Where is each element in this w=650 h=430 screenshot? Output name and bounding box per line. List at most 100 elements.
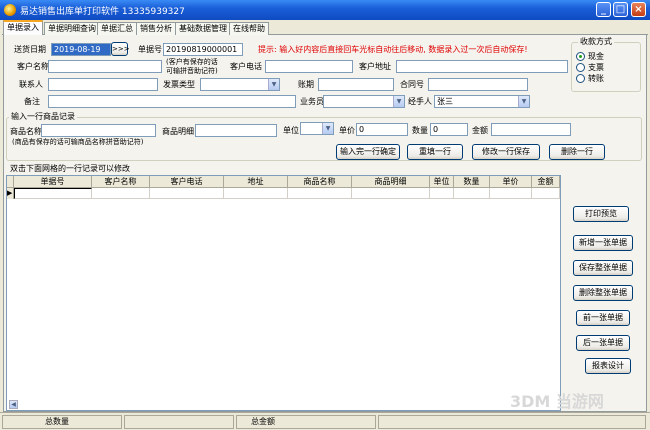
customer-phone-label: 客户电话 [230,62,262,71]
product-detail-label: 商品明细 [162,127,194,136]
payment-cash-label[interactable]: 现金 [588,52,604,62]
scroll-left-icon[interactable]: ◀ [9,400,18,409]
tab-detail-query[interactable]: 单据明细查询 [44,22,100,35]
payment-check-label[interactable]: 支票 [588,63,604,73]
contact-label: 联系人 [19,80,43,89]
remark-label: 备注 [24,97,40,106]
item-entry-caption: 输入一行商品记录 [9,112,77,122]
price-input[interactable]: 0 [356,123,408,136]
doc-no-input[interactable]: 20190819000001 [163,43,243,56]
tab-entry[interactable]: 单据录入 [3,20,43,36]
grid-cell[interactable] [150,188,224,199]
unit-select[interactable]: ▼ [300,122,334,135]
chevron-down-icon[interactable]: ▼ [268,79,279,90]
tab-summary[interactable]: 单据汇总 [97,22,137,35]
delete-doc-button[interactable]: 删除整张单据 [573,285,633,301]
close-button[interactable]: × [631,2,646,17]
payment-transfer-label[interactable]: 转账 [588,74,604,84]
doc-no-label: 单据号 [138,45,162,54]
refill-row-button[interactable]: 重填一行 [407,144,463,160]
product-name-input[interactable] [41,124,156,137]
report-design-button[interactable]: 报表设计 [585,358,631,374]
minimize-button[interactable]: _ [596,2,611,17]
remark-input[interactable] [48,95,296,108]
payment-check-radio[interactable] [576,63,585,72]
customer-phone-input[interactable] [265,60,353,73]
grid-cell[interactable] [288,188,352,199]
customer-address-label: 客户地址 [359,62,391,71]
grid-header-customer-phone[interactable]: 客户电话 [150,176,224,188]
grid-cell[interactable] [352,188,430,199]
chevron-down-icon[interactable]: ▼ [393,96,404,107]
grid-cell[interactable] [454,188,490,199]
title-bar: 易达销售出库单打印软件 13335939327 _ □ × [0,0,650,20]
chevron-down-icon[interactable]: ▼ [518,96,529,107]
date-picker-button[interactable]: >>> [111,42,130,56]
save-row-button[interactable]: 修改一行保存 [472,144,540,160]
product-name-label: 商品名称 [10,127,42,136]
chevron-down-icon[interactable]: ▼ [322,123,333,134]
payment-method-caption: 收款方式 [578,37,614,47]
status-bar: 总数量 总金额 [0,412,650,430]
customer-name-input[interactable] [48,60,162,73]
grid-cell[interactable] [490,188,532,199]
contact-input[interactable] [48,78,158,91]
watermark-text: 3DM 当游网 [510,392,604,411]
tab-strip: 单据录入 单据明细查询 单据汇总 销售分析 基础数据管理 在线帮助 [2,20,648,36]
current-row-marker[interactable]: ▶ [7,188,14,199]
handler-select[interactable]: 张三 ▼ [434,95,530,108]
grid-cell[interactable] [224,188,288,199]
delete-row-button[interactable]: 删除一行 [549,144,605,160]
quantity-input[interactable]: 0 [430,123,468,136]
grid-caption: 双击下面网格的一行记录可以修改 [10,164,130,173]
salesman-label: 业务员 [300,97,324,106]
grid-header-quantity[interactable]: 数量 [454,176,490,188]
invoice-type-select[interactable]: ▼ [200,78,280,91]
product-detail-input[interactable] [195,124,277,137]
customer-address-input[interactable] [396,60,568,73]
unit-label: 单位 [283,126,299,135]
tab-online-help[interactable]: 在线帮助 [229,22,269,35]
customer-name-label: 客户名称 [17,62,49,71]
grid-header-product-name[interactable]: 商品名称 [288,176,352,188]
grid-cell[interactable] [92,188,150,199]
account-period-input[interactable] [318,78,394,91]
confirm-row-button[interactable]: 输入完一行确定 [336,144,400,160]
contract-no-label: 合同号 [400,80,424,89]
contract-no-input[interactable] [428,78,528,91]
payment-cash-radio[interactable] [576,52,585,61]
tab-base-data[interactable]: 基础数据管理 [175,22,231,35]
print-preview-button[interactable]: 打印预览 [573,206,629,222]
next-doc-button[interactable]: 后一张单据 [576,335,630,351]
account-period-label: 账期 [298,80,314,89]
amount-label: 金额 [472,126,488,135]
invoice-type-label: 发票类型 [163,80,195,89]
price-label: 单价 [339,126,355,135]
ship-date-input[interactable]: 2019-08-19 [51,43,111,56]
grid-header-address[interactable]: 地址 [224,176,288,188]
tab-sales-analysis[interactable]: 销售分析 [136,22,176,35]
salesman-select[interactable]: ▼ [323,95,405,108]
save-doc-button[interactable]: 保存整张单据 [573,260,633,276]
product-name-note: (商品有保存的话可输商品名称拼音助记符) [12,138,144,146]
ship-date-label: 送货日期 [14,45,46,54]
handler-label: 经手人 [408,97,432,106]
grid-header-doc-no[interactable]: 单据号 [14,176,92,188]
grid-header-customer-name[interactable]: 客户名称 [92,176,150,188]
grid-cell[interactable] [532,188,560,199]
grid-cell[interactable] [430,188,454,199]
maximize-button[interactable]: □ [613,2,628,17]
prev-doc-button[interactable]: 前一张单据 [576,310,630,326]
hint-text: 提示: 输入好内容后直接回车光标自动往后移动, 数据录入过一次后自动保存! [258,45,528,54]
new-doc-button[interactable]: 新增一张单据 [573,235,633,251]
grid-header-unit[interactable]: 单位 [430,176,454,188]
grid-header-amount[interactable]: 金额 [532,176,560,188]
records-grid[interactable]: 单据号 客户名称 客户电话 地址 商品名称 商品明细 单位 数量 单价 金额 ▶… [6,175,561,411]
grid-header-price[interactable]: 单价 [490,176,532,188]
amount-input[interactable] [491,123,571,136]
grid-cell[interactable] [14,188,92,199]
grid-header-product-detail[interactable]: 商品明细 [352,176,430,188]
app-icon [4,4,16,16]
status-pane-right [378,415,646,429]
payment-transfer-radio[interactable] [576,74,585,83]
